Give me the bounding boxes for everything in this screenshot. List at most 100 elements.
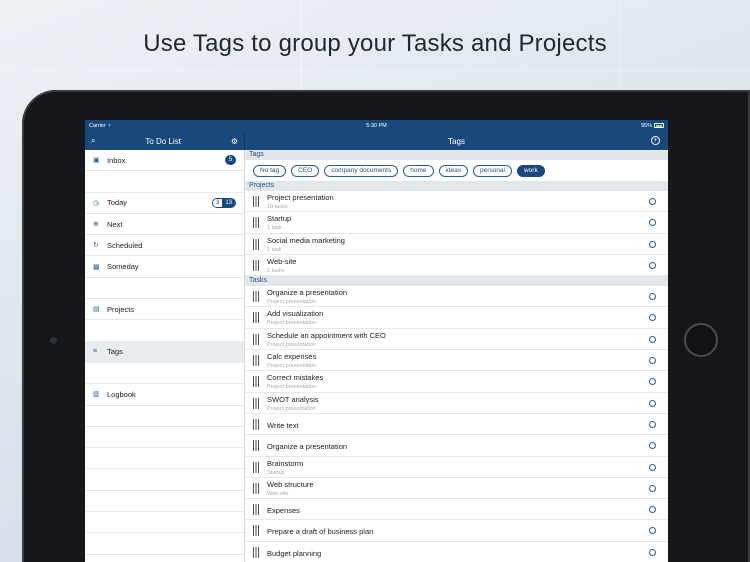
drag-handle-icon[interactable] — [253, 525, 259, 537]
task-row[interactable]: Correct mistakes Project presentation — [245, 371, 668, 393]
complete-checkbox[interactable] — [649, 484, 656, 492]
complete-checkbox[interactable] — [649, 378, 656, 386]
task-row[interactable]: Expenses — [245, 499, 668, 521]
drag-handle-icon[interactable] — [253, 238, 259, 250]
count-badge: 5 — [225, 155, 236, 165]
complete-checkbox[interactable] — [649, 506, 656, 514]
drag-handle-icon[interactable] — [253, 196, 259, 207]
item-title: Prepare a draft of business plan — [267, 527, 374, 537]
sidebar-item-logbook[interactable]: ▥ Logbook — [85, 384, 244, 406]
item-subtitle: 2 tasks — [267, 267, 285, 274]
complete-checkbox[interactable] — [649, 548, 656, 556]
complete-checkbox[interactable] — [649, 463, 656, 471]
sidebar-item-tags[interactable]: ≡ Tags — [85, 341, 244, 363]
section-header-tasks: Tasks — [245, 276, 668, 287]
projects-icon: ▤ — [93, 306, 100, 314]
complete-checkbox[interactable] — [649, 442, 656, 450]
camera-icon — [50, 337, 57, 344]
sidebar-item-scheduled[interactable]: ↻ Scheduled — [85, 235, 244, 257]
home-button[interactable] — [684, 323, 718, 357]
drag-handle-icon[interactable] — [253, 546, 259, 558]
project-row[interactable]: Project presentation 10 tasks — [245, 191, 668, 213]
item-title: Organize a presentation — [267, 442, 348, 452]
complete-checkbox[interactable] — [649, 219, 656, 227]
sidebar-spacer — [85, 427, 244, 449]
projects-list: Project presentation 10 tasks Startup 1 tas… — [245, 191, 668, 277]
task-row[interactable]: Brainstorm Startup — [245, 457, 668, 478]
task-row[interactable]: Budget planning — [245, 542, 668, 562]
sidebar: ▣ Inbox 5 ◷ Today 3 13 ⊕ Next ↻ Schedule… — [85, 150, 245, 562]
drag-handle-icon[interactable] — [253, 333, 259, 345]
sidebar-spacer — [85, 448, 244, 470]
drag-handle-icon[interactable] — [253, 440, 259, 452]
item-subtitle: Project presentation — [267, 341, 316, 348]
item-title: Write text — [267, 420, 299, 430]
sidebar-item-someday[interactable]: ▦ Someday — [85, 256, 244, 278]
tag-chip-active[interactable]: work — [516, 164, 545, 177]
task-row[interactable]: Organize a presentation — [245, 435, 668, 457]
sidebar-spacer — [85, 406, 244, 427]
sidebar-item-today[interactable]: ◷ Today 3 13 — [85, 193, 244, 214]
project-row[interactable]: Social media marketing 1 task — [245, 234, 668, 255]
battery-icon — [654, 123, 664, 129]
complete-checkbox[interactable] — [649, 240, 656, 248]
tag-chip[interactable]: No tag — [253, 164, 287, 177]
drag-handle-icon[interactable] — [253, 259, 259, 271]
tag-chip[interactable]: home — [403, 164, 434, 177]
complete-checkbox[interactable] — [649, 198, 656, 205]
tag-icon: ≡ — [93, 348, 98, 356]
sidebar-spacer — [85, 491, 244, 513]
status-bar: Carrier ◔ 5:30 PM 95% — [85, 120, 668, 132]
complete-checkbox[interactable] — [649, 293, 656, 301]
search-icon[interactable]: ⌕ — [91, 136, 95, 146]
task-row[interactable]: Organize a presentation Project presentat… — [245, 286, 668, 308]
drag-handle-icon[interactable] — [253, 217, 259, 229]
add-icon[interactable]: + — [651, 136, 660, 145]
drag-handle-icon[interactable] — [253, 397, 259, 409]
repeat-icon: ↻ — [93, 242, 99, 250]
complete-checkbox[interactable] — [649, 357, 656, 365]
gear-icon[interactable]: ⚙ — [231, 137, 238, 146]
tag-chip[interactable]: personal — [473, 164, 512, 177]
task-row[interactable]: Schedule an appointment with CEO Project … — [245, 329, 668, 351]
drag-handle-icon[interactable] — [253, 355, 259, 367]
item-title: Project presentation — [267, 193, 334, 202]
task-row[interactable]: Calc expenses Project presentation — [245, 350, 668, 372]
drag-handle-icon[interactable] — [253, 461, 259, 473]
tag-chip[interactable]: company documents — [324, 164, 399, 177]
badge-count-b: 13 — [222, 198, 235, 207]
sidebar-spacer — [85, 512, 244, 534]
sidebar-item-label: Today — [107, 198, 128, 208]
task-row[interactable]: Prepare a draft of business plan — [245, 520, 668, 542]
task-row[interactable]: SWOT analysis Project presentation — [245, 393, 668, 414]
sidebar-item-next[interactable]: ⊕ Next — [85, 214, 244, 236]
task-row[interactable]: Web structure Web-site — [245, 478, 668, 500]
complete-checkbox[interactable] — [649, 261, 656, 269]
complete-checkbox[interactable] — [649, 420, 656, 428]
sidebar-item-inbox[interactable]: ▣ Inbox 5 — [85, 150, 244, 172]
task-row[interactable]: Add visualization Project presentation — [245, 307, 668, 329]
wifi-icon: ◔ — [107, 123, 111, 129]
tag-chip[interactable]: ideas — [438, 164, 469, 177]
drag-handle-icon[interactable] — [253, 376, 259, 388]
item-title: SWOT analysis — [267, 394, 319, 404]
drag-handle-icon[interactable] — [253, 482, 259, 494]
complete-checkbox[interactable] — [649, 314, 656, 322]
tasks-list: Organize a presentation Project presentat… — [245, 286, 668, 562]
item-subtitle: 10 tasks — [267, 204, 288, 210]
item-title: Add visualization — [267, 309, 324, 319]
drag-handle-icon[interactable] — [253, 504, 259, 516]
drag-handle-icon[interactable] — [253, 312, 259, 324]
sidebar-spacer — [85, 278, 244, 300]
complete-checkbox[interactable] — [649, 335, 656, 343]
task-row[interactable]: Write text — [245, 414, 668, 436]
project-row[interactable]: Web-site 2 tasks — [245, 255, 668, 277]
project-row[interactable]: Startup 1 task — [245, 212, 668, 234]
tag-chip[interactable]: CEO — [291, 164, 320, 177]
sidebar-item-projects[interactable]: ▤ Projects — [85, 299, 244, 321]
complete-checkbox[interactable] — [649, 399, 656, 407]
complete-checkbox[interactable] — [649, 527, 656, 535]
drag-handle-icon[interactable] — [253, 291, 259, 303]
drag-handle-icon[interactable] — [253, 418, 259, 430]
sidebar-header: ⌕ To Do List ⚙ — [85, 132, 245, 150]
